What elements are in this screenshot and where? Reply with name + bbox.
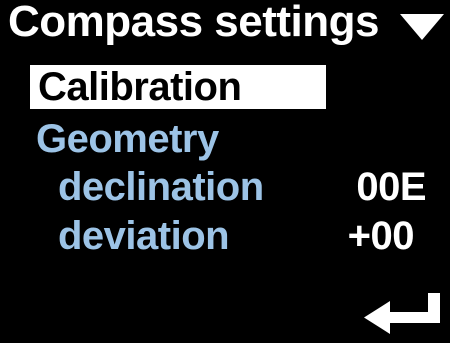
page-title: Compass settings xyxy=(8,0,379,46)
menu-item-geometry[interactable]: Geometry xyxy=(36,116,219,162)
menu-item-declination-label[interactable]: declination xyxy=(58,164,264,210)
enter-return-icon[interactable] xyxy=(364,293,444,335)
triangle-down-icon[interactable] xyxy=(400,14,444,40)
compass-settings-screen: Compass settings Calibration Geometry de… xyxy=(0,0,454,343)
declination-value: 00E xyxy=(356,165,426,209)
menu-item-calibration[interactable]: Calibration xyxy=(30,65,326,109)
deviation-value: +00 xyxy=(347,214,415,258)
menu-item-deviation-label[interactable]: deviation xyxy=(58,213,230,259)
